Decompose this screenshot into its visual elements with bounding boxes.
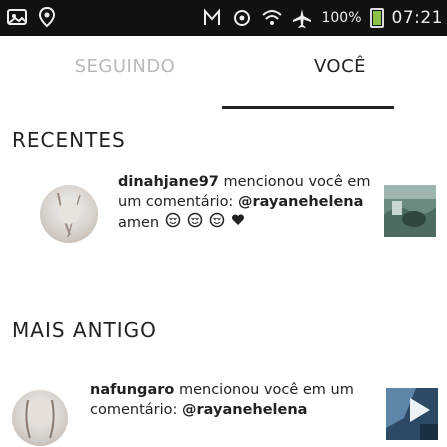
section-title-recent: RECENTES	[12, 128, 126, 152]
airplane-icon	[291, 7, 313, 29]
heart-eyes-emoji-icon	[209, 212, 225, 234]
tab-you[interactable]: VOCÊ	[255, 56, 425, 77]
comment-text: amen	[118, 215, 160, 231]
nfc-icon	[201, 7, 223, 29]
status-bar-left	[6, 6, 58, 28]
battery-percent: 100%	[321, 10, 362, 26]
notification-line-1: nafungaro mencionou você em um	[90, 380, 380, 400]
notification-line-3: amen	[118, 212, 383, 234]
notification-text: nafungaro mencionou você em um comentári…	[90, 380, 380, 420]
location-icon	[36, 6, 58, 28]
notification-line-1: dinahjane97 mencionou você em	[118, 172, 383, 192]
post-thumbnail[interactable]	[384, 185, 436, 237]
notification-action: mencionou você em um	[174, 382, 354, 398]
active-tab-indicator	[222, 106, 394, 109]
activity-tabs: SEGUINDO VOCÊ	[0, 36, 447, 118]
avatar[interactable]	[12, 390, 68, 446]
battery-icon	[369, 8, 384, 28]
notification-line-2: um comentário: @rayanehelena	[118, 192, 383, 212]
username-link[interactable]: dinahjane97	[118, 174, 219, 190]
avatar[interactable]	[40, 185, 98, 243]
clock: 07:21	[391, 8, 443, 28]
post-thumbnail[interactable]	[386, 388, 438, 440]
section-title-older: MAIS ANTIGO	[12, 318, 157, 342]
notification-text: dinahjane97 mencionou você em um comentá…	[118, 172, 383, 234]
heart-icon	[231, 213, 245, 233]
notification-item[interactable]: nafungaro mencionou você em um comentári…	[0, 380, 447, 447]
wifi-icon	[261, 7, 283, 29]
notification-item[interactable]: dinahjane97 mencionou você em um comentá…	[0, 170, 447, 290]
notification-action: mencionou você em	[218, 174, 371, 190]
gallery-icon	[6, 6, 28, 28]
mention-link[interactable]: @rayanehelena	[182, 402, 307, 418]
notification-line-2: comentário: @rayanehelena	[90, 400, 380, 420]
heart-eyes-emoji-icon	[165, 212, 181, 234]
heart-eyes-emoji-icon	[187, 212, 203, 234]
tab-following[interactable]: SEGUINDO	[40, 56, 210, 77]
mention-link[interactable]: @rayanehelena	[238, 194, 363, 210]
username-link[interactable]: nafungaro	[90, 382, 174, 398]
comment-prefix: um comentário:	[118, 194, 238, 210]
signal-icon	[231, 7, 253, 29]
status-bar: 100% 07:21	[0, 0, 447, 36]
status-bar-right: 100% 07:21	[201, 4, 443, 32]
comment-prefix: comentário:	[90, 402, 183, 418]
